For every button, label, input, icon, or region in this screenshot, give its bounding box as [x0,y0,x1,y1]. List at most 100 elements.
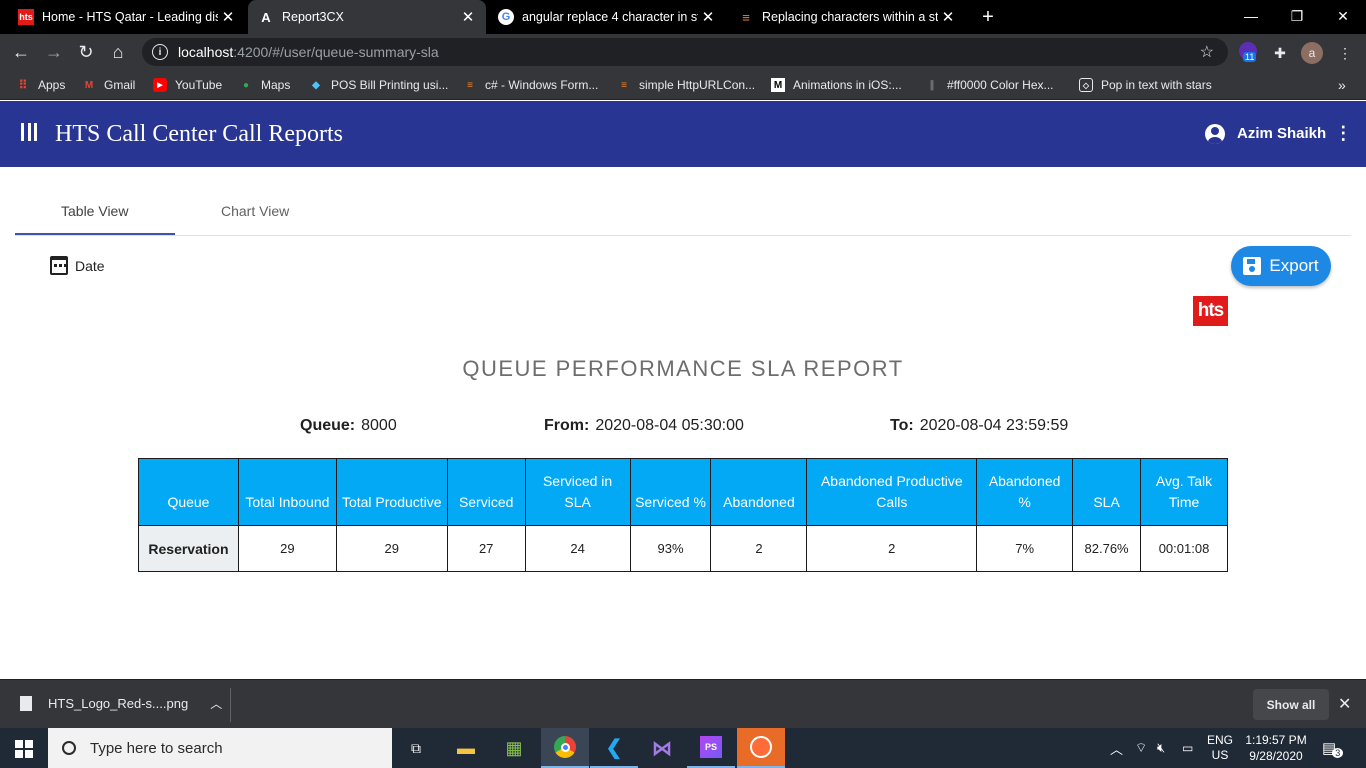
site-info-icon[interactable]: i [152,44,168,60]
more-vert-icon[interactable]: ⋮ [1334,123,1352,144]
browser-tab-report3cx[interactable]: A Report3CX ✕ [248,0,486,34]
tab-divider [15,235,1351,236]
hts-favicon-icon: hts [18,9,34,25]
close-tab-icon[interactable]: ✕ [458,8,478,26]
search-icon [62,741,76,755]
minimize-window-button[interactable]: — [1228,0,1274,32]
close-window-button[interactable]: ✕ [1320,0,1366,32]
bookmark-csharp-forms[interactable]: ≡ c# - Windows Form... [463,76,598,94]
export-label: Export [1269,256,1319,275]
calendar-icon [50,256,68,275]
table-header-row: Queue Total Inbound Total Productive Ser… [138,458,1228,526]
from-value: 2020-08-04 05:30:00 [595,417,744,434]
column-header: Queue [138,458,239,526]
bookmark-pop-in-text[interactable]: ◇ Pop in text with stars [1079,76,1212,94]
date-picker[interactable]: Date [50,256,105,275]
extensions-puzzle-icon[interactable]: ✚ [1269,42,1291,64]
table-row: Reservation 29 29 27 24 93% 2 2 7% 82.76… [138,525,1228,572]
battery-icon[interactable]: ▭ [1182,728,1193,768]
bookmark-gmail[interactable]: M Gmail [82,76,136,94]
column-header: SLA [1072,458,1142,526]
table-cell: 29 [335,525,448,572]
task-view-icon[interactable]: ⧉ [392,728,440,768]
column-header: Total Inbound [237,458,337,526]
task-manager-icon[interactable]: ▦ [490,728,538,768]
phpstorm-icon[interactable]: PS [687,728,735,768]
account-icon [1205,123,1225,144]
queue-value: 8000 [361,417,397,434]
table-cell: 2 [710,525,808,572]
bookmark-httpurlconnection[interactable]: ≡ simple HttpURLCon... [617,76,755,94]
column-header: Abandoned % [976,458,1074,526]
tab-title: Report3CX [282,10,344,24]
language-indicator[interactable]: ENG US [1207,728,1233,768]
table-cell: 2 [806,525,978,572]
system-clock[interactable]: 1:19:57 PM 9/28/2020 [1245,728,1307,768]
column-header: Abandoned Productive Calls [806,458,978,526]
more-bookmarks-button[interactable]: » [1338,76,1346,94]
profile-avatar[interactable]: a [1301,42,1323,64]
postman-icon[interactable] [737,728,785,768]
user-menu[interactable]: Azim Shaikh ⋮ [1205,123,1352,144]
close-tab-icon[interactable]: ✕ [698,8,718,26]
stackoverflow-icon: ≡ [467,79,473,91]
volume-muted-icon[interactable]: 🔇︎ [1157,728,1165,768]
bookmark-color-hex[interactable]: ∥ #ff0000 Color Hex... [925,76,1054,94]
vscode-icon[interactable]: ❮ [590,728,638,768]
restore-window-button[interactable]: ❐ [1274,0,1320,32]
export-button[interactable]: Export [1231,246,1331,286]
extension-badge-count: 11 [1243,52,1257,62]
download-item[interactable]: HTS_Logo_Red-s....png ︿ [20,695,222,712]
bookmark-star-icon[interactable]: ☆ [1200,42,1214,62]
close-tab-icon[interactable]: ✕ [218,8,238,26]
tab-chart-view[interactable]: Chart View [221,203,289,219]
clock-date: 9/28/2020 [1249,749,1303,763]
tab-table-view[interactable]: Table View [61,203,128,219]
apps-icon: ⠿ [18,78,28,92]
browser-tab-google-search[interactable]: G angular replace 4 character in str ✕ [488,0,726,34]
browser-toolbar: ← → ↻ ⌂ i localhost:4200/#/user/queue-su… [0,34,1366,70]
bookmark-apps[interactable]: ⠿ Apps [16,76,66,94]
menu-icon[interactable] [21,123,37,145]
queue-info: Queue: 8000 [300,417,397,435]
close-download-bar-icon[interactable]: ✕ [1338,694,1351,714]
table-cell: 27 [446,525,526,572]
language-code: ENG [1207,733,1234,747]
bookmark-animations-ios[interactable]: M Animations in iOS:... [771,76,902,94]
reload-icon[interactable]: ↻ [73,39,99,65]
chevron-up-icon[interactable]: ︿ [210,695,222,712]
browser-menu-icon[interactable]: ⋮ [1334,42,1356,64]
network-icon[interactable]: ⌔ [1135,728,1147,768]
browser-tab-stackoverflow[interactable]: ≡ Replacing characters within a stri ✕ [728,0,966,34]
stackoverflow-favicon-icon: ≡ [742,9,750,25]
browser-tab-hts-home[interactable]: hts Home - HTS Qatar - Leading dist ✕ [8,0,246,34]
chrome-taskbar-icon[interactable] [541,728,589,768]
show-all-button[interactable]: Show all [1253,689,1329,720]
home-icon[interactable]: ⌂ [105,39,131,65]
table-cell: 93% [629,525,712,572]
to-value: 2020-08-04 23:59:59 [919,417,1069,434]
stackoverflow-icon: ≡ [621,79,627,91]
bookmark-youtube[interactable]: ▶ YouTube [153,76,222,94]
column-header: Serviced in SLA [524,458,631,526]
taskbar-search-box[interactable]: Type here to search [48,728,392,768]
notifications-icon[interactable]: ▤ 3 [1322,728,1344,768]
back-icon[interactable]: ← [8,39,34,65]
hts-logo: hts [1193,296,1228,326]
youtube-icon: ▶ [153,78,167,92]
visual-studio-icon[interactable]: ⋈ [638,728,686,768]
forward-icon[interactable]: → [41,39,67,65]
bookmark-pos-bill[interactable]: ◆ POS Bill Printing usi... [309,76,448,94]
notification-count: 3 [1332,748,1344,758]
extension-badge-icon[interactable]: 11 [1239,42,1257,62]
new-tab-button[interactable]: + [976,4,1000,30]
bookmarks-bar: ⠿ Apps M Gmail ▶ YouTube ● Maps ◆ POS Bill Pr… [0,70,1366,100]
bookmark-maps[interactable]: ● Maps [239,76,290,94]
url-path: :4200/#/user/queue-summary-sla [233,44,439,60]
windows-taskbar: Type here to search ⧉ ▬ ▦ ❮ ⋈ PS ︿ ⌔ 🔇︎ … [0,728,1366,768]
file-explorer-icon[interactable]: ▬ [442,728,490,768]
close-tab-icon[interactable]: ✕ [938,8,958,26]
address-bar[interactable]: i localhost:4200/#/user/queue-summary-sl… [142,38,1228,66]
show-hidden-icons[interactable]: ︿ [1110,728,1123,768]
windows-start-icon[interactable] [15,740,33,758]
